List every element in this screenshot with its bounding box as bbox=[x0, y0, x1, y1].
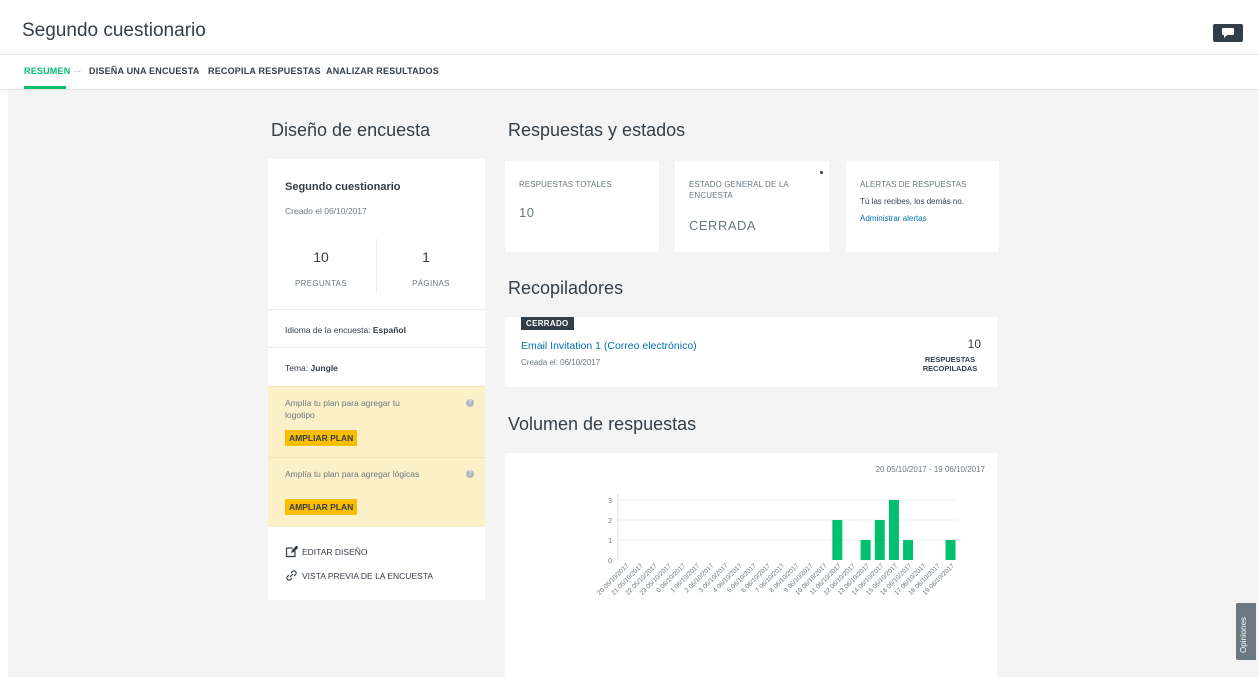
total-responses-value: 10 bbox=[519, 205, 535, 220]
y-tick-label: 0 bbox=[608, 558, 612, 565]
speech-bubble-icon bbox=[1222, 28, 1234, 38]
y-tick-label: 1 bbox=[608, 538, 612, 545]
pages-count: 1 bbox=[422, 249, 430, 265]
link-icon bbox=[286, 570, 297, 581]
tab-disena[interactable]: DISEÑA UNA ENCUESTA bbox=[89, 66, 199, 76]
upsell-logic-text: Amplía tu plan para agregar lógicas bbox=[285, 469, 420, 479]
response-alerts-card: ALERTAS DE RESPUESTAS Tú las recibes, lo… bbox=[846, 161, 999, 252]
divider bbox=[376, 239, 377, 294]
pages-label: PÁGINAS bbox=[412, 279, 450, 288]
preview-survey-label: VISTA PREVIA DE LA ENCUESTA bbox=[302, 570, 434, 581]
collected-responses-count: 10 bbox=[967, 337, 981, 351]
total-responses-card: RESPUESTAS TOTALES 10 bbox=[505, 161, 659, 252]
chart-bar[interactable] bbox=[874, 520, 885, 560]
help-icon[interactable]: ? bbox=[466, 399, 474, 407]
collector-name-link[interactable]: Email Invitation 1 (Correo electrónico) bbox=[521, 340, 697, 352]
active-tab-indicator bbox=[24, 86, 66, 89]
collected-responses-label: RESPUESTAS RECOPILADAS bbox=[922, 355, 978, 373]
upsell-logo-text: Amplía tu plan para agregar tu logotipo bbox=[285, 398, 400, 420]
main-content: Diseño de encuesta Segundo cuestionario … bbox=[8, 90, 1259, 677]
questions-label: PREGUNTAS bbox=[295, 279, 347, 288]
theme-text: Tema: Jungle bbox=[285, 363, 338, 373]
opinions-tab[interactable]: Opiniones bbox=[1236, 603, 1256, 660]
volume-section-title: Volumen de respuestas bbox=[508, 414, 697, 434]
arrow-right-icon: → bbox=[309, 64, 320, 76]
theme-value: Jungle bbox=[310, 363, 338, 373]
survey-nav: RESUMEN → DISEÑA UNA ENCUESTA → RECOPILA… bbox=[0, 55, 1259, 90]
response-alerts-label: ALERTAS DE RESPUESTAS bbox=[860, 180, 967, 189]
feedback-button[interactable] bbox=[1213, 24, 1243, 42]
questions-count: 10 bbox=[313, 249, 329, 265]
survey-status-value: CERRADA bbox=[689, 218, 757, 233]
collector-date: Creada el: 06/10/2017 bbox=[521, 358, 601, 367]
status-dot bbox=[820, 171, 823, 174]
survey-name: Segundo cuestionario bbox=[285, 181, 401, 193]
tab-resumen[interactable]: RESUMEN bbox=[24, 66, 70, 76]
design-card: Segundo cuestionario Creado el 06/10/201… bbox=[268, 159, 485, 600]
tab-recopila[interactable]: RECOPILA RESPUESTAS bbox=[208, 66, 321, 76]
edit-icon bbox=[285, 545, 298, 558]
language-text: Idioma de la encuesta: Español bbox=[285, 325, 406, 335]
arrow-right-icon: → bbox=[191, 64, 202, 76]
response-volume-chart: 012320 05/10/201721 05/10/201722 05/10/2… bbox=[596, 494, 958, 597]
created-date: Creado el 06/10/2017 bbox=[285, 206, 367, 216]
preview-survey-link[interactable]: VISTA PREVIA DE LA ENCUESTA bbox=[285, 569, 433, 582]
edit-design-link[interactable]: EDITAR DISEÑO bbox=[285, 545, 368, 558]
total-responses-label: RESPUESTAS TOTALES bbox=[519, 180, 612, 189]
upsell-logo: Amplía tu plan para agregar tu logotipo … bbox=[268, 386, 485, 457]
top-bar: Segundo cuestionario bbox=[0, 0, 1259, 55]
status-badge: CERRADO bbox=[521, 317, 574, 330]
chart-bar[interactable] bbox=[903, 540, 914, 560]
survey-status-card: ESTADO GENERAL DE LA ENCUESTA CERRADA bbox=[675, 161, 829, 252]
response-alerts-text: Tú las recibes, los demás no. bbox=[860, 197, 965, 206]
y-tick-label: 3 bbox=[608, 498, 612, 505]
response-volume-card: 20 05/10/2017 - 19 06/10/2017 0 1 2 3 20 05/… bbox=[505, 453, 997, 677]
tab-analizar[interactable]: ANALIZAR RESULTADOS bbox=[326, 66, 439, 76]
manage-alerts-link[interactable]: Administrar alertas bbox=[860, 214, 927, 223]
help-icon[interactable]: ? bbox=[466, 470, 474, 478]
edit-design-label: EDITAR DISEÑO bbox=[302, 546, 368, 557]
responses-section-title: Respuestas y estados bbox=[508, 120, 686, 140]
chart-bar[interactable] bbox=[888, 500, 899, 560]
design-section-title: Diseño de encuesta bbox=[271, 120, 431, 140]
language-row: Idioma de la encuesta: Español bbox=[268, 309, 485, 348]
upsell-logic: Amplía tu plan para agregar lógicas ? AM… bbox=[268, 457, 485, 527]
collectors-section-title: Recopiladores bbox=[508, 278, 624, 298]
collector-card: CERRADO Email Invitation 1 (Correo elect… bbox=[505, 317, 997, 387]
language-value: Español bbox=[372, 325, 406, 335]
opinions-tab-label: Opiniones bbox=[1239, 616, 1248, 653]
arrow-right-icon: → bbox=[72, 64, 83, 76]
y-tick-label: 2 bbox=[608, 518, 612, 525]
upgrade-plan-button[interactable]: AMPLIAR PLAN bbox=[285, 430, 358, 446]
upgrade-plan-button[interactable]: AMPLIAR PLAN bbox=[285, 499, 358, 515]
chart-bar[interactable] bbox=[832, 520, 843, 560]
theme-row: Tema: Jungle bbox=[268, 347, 485, 386]
chart-bar[interactable] bbox=[945, 540, 956, 560]
survey-status-label: ESTADO GENERAL DE LA ENCUESTA bbox=[689, 180, 789, 200]
chart-bar[interactable] bbox=[860, 540, 871, 560]
page-title: Segundo cuestionario bbox=[22, 20, 206, 41]
